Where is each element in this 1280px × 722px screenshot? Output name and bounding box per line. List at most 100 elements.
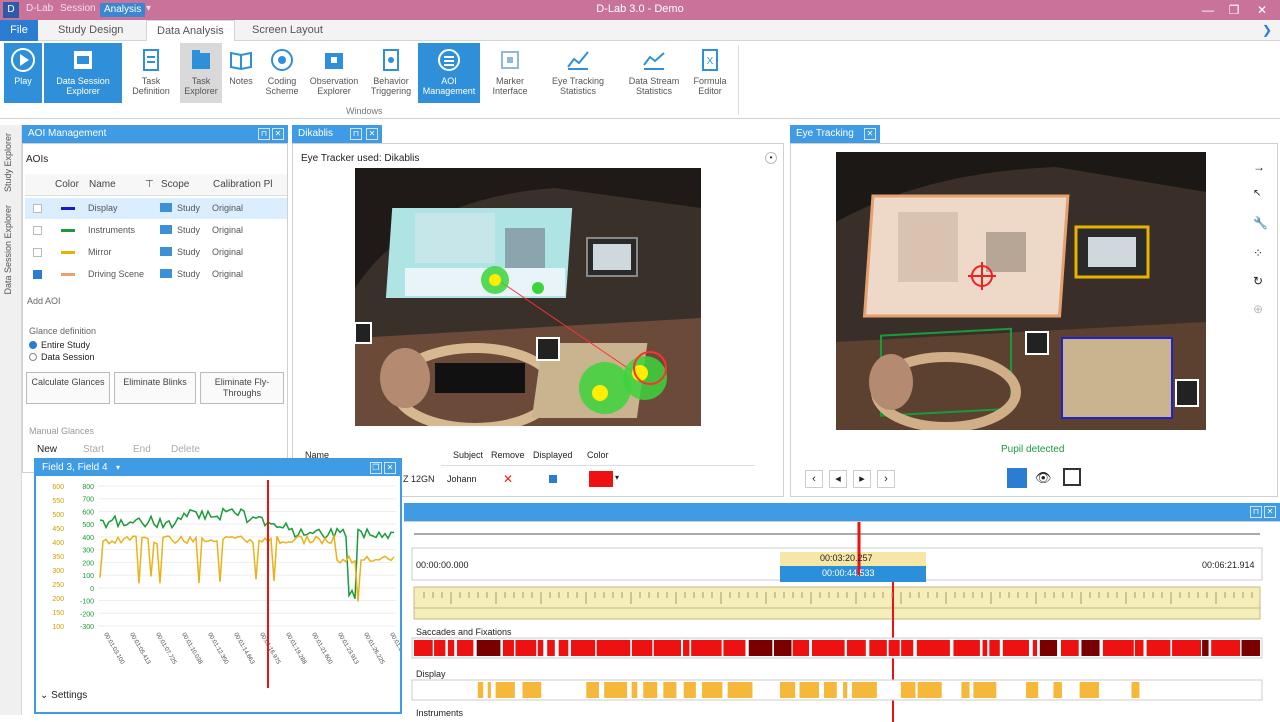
close-icon[interactable]: ✕ [272, 128, 284, 140]
tab-study-explorer[interactable]: Study Explorer [3, 133, 13, 192]
quick-access-dlab[interactable]: D-Lab [26, 3, 53, 14]
eliminate-blinks-button[interactable]: Eliminate Blinks [114, 372, 196, 404]
displayed-checkbox[interactable] [549, 475, 557, 483]
start-glance-button[interactable]: Start [83, 444, 104, 455]
right-tick-label: 0 [90, 586, 94, 593]
col-color[interactable]: Color [55, 179, 79, 190]
radio-data-session[interactable] [29, 353, 37, 361]
aoi-color-swatch[interactable] [61, 207, 75, 210]
left-tick-label: 250 [52, 582, 64, 589]
aoi-visible-checkbox[interactable] [33, 270, 42, 279]
maximize-button[interactable]: ❐ [1222, 1, 1246, 19]
marker-icon [501, 51, 519, 69]
aoi-visible-checkbox[interactable] [33, 204, 42, 213]
tab-study-design[interactable]: Study Design [58, 20, 123, 41]
col-scope[interactable]: Scope [161, 179, 189, 190]
settings-expander[interactable]: ⌄ Settings [40, 690, 87, 701]
color-swatch[interactable] [589, 471, 613, 487]
first-frame-button[interactable]: ‹ [805, 470, 823, 488]
remove-icon[interactable]: ✕ [503, 472, 513, 486]
col-calibration[interactable]: Calibration Pl [213, 179, 272, 190]
observation-explorer-button[interactable]: Observation Explorer [306, 43, 362, 103]
display-segment [477, 682, 484, 698]
settings-icon[interactable]: • [765, 152, 777, 164]
aoi-color-swatch[interactable] [61, 229, 75, 232]
plot-canvas[interactable]: 600 550 500 450 400 350 300 250 200 150 100 800 700… [36, 476, 400, 696]
chevron-down-icon[interactable]: ▾ [615, 473, 619, 482]
aoi-visible-checkbox[interactable] [33, 248, 42, 257]
pin-icon[interactable]: ⊓ [350, 128, 362, 140]
right-tick-label: 500 [82, 522, 94, 529]
wrench-icon[interactable]: 🔧 [1253, 216, 1268, 230]
next-frame-button[interactable]: ▸ [853, 470, 871, 488]
redo-icon[interactable]: ↻ [1253, 274, 1263, 288]
notes-button[interactable]: Notes [226, 43, 256, 103]
plot-window[interactable]: Field 3, Field 4 ▾ ❐ ✕ 600 550 500 450 400 35… [34, 458, 402, 714]
close-icon[interactable]: ✕ [1264, 506, 1276, 518]
dikablis-video[interactable] [355, 168, 701, 426]
aoi-visible-checkbox[interactable] [33, 226, 42, 235]
saccade-segment [901, 640, 914, 656]
minimize-button[interactable]: — [1196, 1, 1220, 19]
eye-icon[interactable]: 👁 [1035, 470, 1052, 486]
aoi-row[interactable]: Mirror Study Original [25, 242, 287, 263]
aoi-management-button[interactable]: AOI Management [418, 43, 480, 103]
close-button[interactable]: ✕ [1250, 1, 1274, 19]
zoom-icon[interactable]: ⊕ [1253, 302, 1263, 316]
col-color: Color [587, 450, 609, 460]
pointer-icon[interactable]: ↖ [1253, 188, 1261, 199]
task-explorer-button[interactable]: Task Explorer [180, 43, 222, 103]
close-icon[interactable]: ✕ [366, 128, 378, 140]
delete-glance-button[interactable]: Delete [171, 444, 200, 455]
radio-entire-study[interactable] [29, 341, 37, 349]
eye-tracking-statistics-button[interactable]: Eye Tracking Statistics [540, 43, 616, 103]
data-session-explorer-button[interactable]: Data Session Explorer [44, 43, 122, 103]
task-definition-button[interactable]: Task Definition [128, 43, 174, 103]
aoi-row[interactable]: Driving Scene Study Original [25, 264, 287, 285]
eye-tracking-video[interactable] [836, 152, 1206, 430]
col-name[interactable]: Name [89, 179, 116, 190]
help-icon[interactable]: ❯ [1262, 23, 1272, 37]
aoi-color-swatch[interactable] [61, 273, 75, 276]
scene-view-button[interactable] [1007, 468, 1027, 488]
tab-data-session-explorer[interactable]: Data Session Explorer [3, 205, 13, 295]
quick-access-analysis[interactable]: Analysis [100, 3, 146, 17]
menu-tabs: File Study Design Data Analysis Screen L… [0, 20, 1280, 41]
eliminate-flythroughs-button[interactable]: Eliminate Fly-Throughs [200, 372, 284, 404]
tab-data-analysis[interactable]: Data Analysis [146, 20, 235, 41]
play-button[interactable]: Play [4, 43, 42, 103]
timeline-canvas[interactable] [404, 522, 1280, 722]
fullscreen-icon[interactable] [1063, 468, 1081, 486]
aoi-row[interactable]: Display Study Original [25, 198, 287, 219]
close-icon[interactable]: ✕ [384, 462, 396, 474]
tab-screen-layout[interactable]: Screen Layout [252, 20, 323, 41]
pin-icon[interactable]: ⊓ [258, 128, 270, 140]
add-aoi-link[interactable]: Add AOI [27, 296, 61, 306]
aoi-calibration: Original [212, 225, 244, 235]
folder-icon [160, 247, 172, 256]
last-frame-button[interactable]: › [877, 470, 895, 488]
timeline-start: 00:00:00.000 [416, 560, 469, 570]
cursor-time-bottom: 00:00:44.533 [822, 568, 875, 578]
quick-access-dropdown-icon[interactable]: ▾ [146, 3, 151, 14]
calculate-glances-button[interactable]: Calculate Glances [26, 372, 110, 404]
formula-editor-button[interactable]: X Formula Editor [688, 43, 732, 103]
marker-interface-button[interactable]: Marker Interface [486, 43, 534, 103]
chevron-down-icon[interactable]: ▾ [116, 460, 120, 476]
prev-frame-button[interactable]: ◂ [829, 470, 847, 488]
close-icon[interactable]: ✕ [864, 128, 876, 140]
data-stream-statistics-button[interactable]: Data Stream Statistics [624, 43, 684, 103]
quick-access-session[interactable]: Session [60, 3, 96, 14]
restore-icon[interactable]: ❐ [370, 462, 382, 474]
arrow-right-icon[interactable]: → [1253, 160, 1265, 174]
file-tab[interactable]: File [0, 20, 38, 41]
points-icon[interactable]: ⁘ [1253, 246, 1263, 260]
coding-scheme-button[interactable]: Coding Scheme [260, 43, 304, 103]
aoi-color-swatch[interactable] [61, 251, 75, 254]
aoi-row[interactable]: Instruments Study Original [25, 220, 287, 241]
pin-icon[interactable]: ⊓ [1250, 506, 1262, 518]
end-glance-button[interactable]: End [133, 444, 151, 455]
filter-icon[interactable]: ⊤ [145, 179, 154, 190]
behavior-triggering-button[interactable]: Behavior Triggering [366, 43, 416, 103]
new-glance-button[interactable]: New [37, 444, 57, 455]
